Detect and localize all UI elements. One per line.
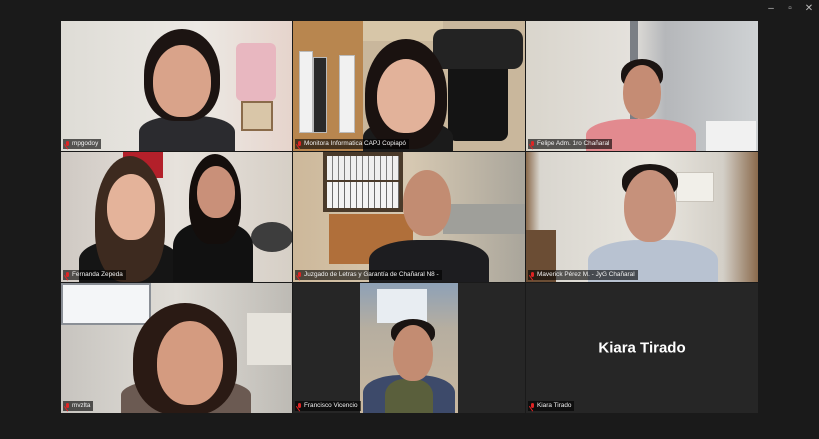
participant-name-label: Maverick Pérez M. - JyG Chañaral: [528, 270, 638, 280]
muted-mic-icon: [530, 140, 535, 148]
participant-name-label: Felipe Adm. 1ro Chañaral: [528, 139, 613, 149]
muted-mic-icon: [297, 271, 302, 279]
muted-mic-icon: [65, 140, 70, 148]
muted-mic-icon: [297, 402, 302, 410]
participant-name-label: Francisco Vicencio: [295, 401, 361, 411]
video-tile-active-speaker[interactable]: Monitora Informatica CAPJ Copiapó: [293, 21, 525, 151]
participant-name-label: Kiara Tirado: [528, 401, 575, 411]
participant-name-label: mvzlta: [63, 401, 94, 411]
video-tile[interactable]: Felipe Adm. 1ro Chañaral: [526, 21, 758, 151]
video-tile[interactable]: Juzgado de Letras y Garantía de Chañaral…: [293, 152, 525, 282]
muted-mic-icon: [530, 271, 535, 279]
muted-mic-icon: [65, 271, 70, 279]
video-tile[interactable]: Francisco Vicencio: [293, 283, 525, 413]
video-grid: mpgodoy Monitora Informatica CAPJ Copiap…: [0, 0, 819, 439]
video-tile[interactable]: Fernanda Zepeda: [61, 152, 292, 282]
video-tile[interactable]: mvzlta: [61, 283, 292, 413]
participant-name-label: Juzgado de Letras y Garantía de Chañaral…: [295, 270, 442, 280]
video-tile-no-video[interactable]: Kiara Tirado Kiara Tirado: [526, 283, 758, 413]
muted-mic-icon: [297, 140, 302, 148]
muted-mic-icon: [530, 402, 535, 410]
participant-display-name: Kiara Tirado: [598, 339, 686, 357]
video-tile[interactable]: Maverick Pérez M. - JyG Chañaral: [526, 152, 758, 282]
participant-name-label: mpgodoy: [63, 139, 102, 149]
video-tile[interactable]: mpgodoy: [61, 21, 292, 151]
participant-name-label: Monitora Informatica CAPJ Copiapó: [295, 139, 409, 149]
participant-name-label: Fernanda Zepeda: [63, 270, 126, 280]
muted-mic-icon: [65, 402, 70, 410]
